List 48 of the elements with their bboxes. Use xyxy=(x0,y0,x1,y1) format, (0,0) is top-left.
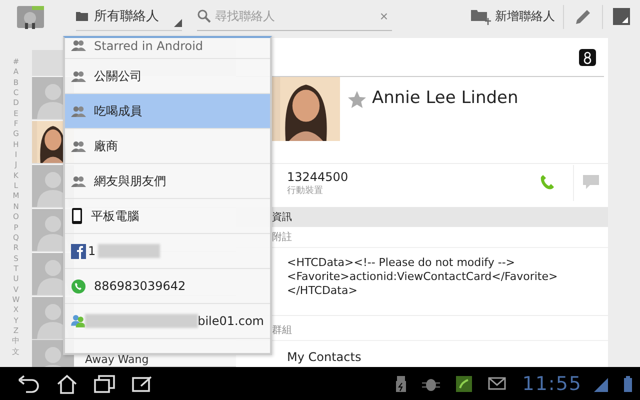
signal-icon xyxy=(594,376,608,392)
call-notification-icon xyxy=(456,376,472,392)
add-contact-button[interactable]: 新增聯絡人 xyxy=(463,2,563,32)
chat-phone-icon xyxy=(71,278,86,294)
clock-time: 11:55 xyxy=(522,372,582,394)
mail-icon xyxy=(488,377,506,390)
folder-plus-icon xyxy=(471,8,491,26)
search-icon xyxy=(197,9,211,23)
menu-item[interactable]: bile01.com xyxy=(65,304,270,339)
clear-button[interactable]: × xyxy=(376,8,392,24)
contact-name-title: Annie Lee Linden xyxy=(372,88,518,108)
app-icon[interactable] xyxy=(15,4,46,30)
menu-item[interactable]: 吃喝成員 xyxy=(65,94,270,129)
field-label: 群組 xyxy=(272,324,292,337)
group-icon xyxy=(71,39,86,51)
phone-icon xyxy=(539,174,555,190)
back-icon xyxy=(18,374,40,392)
tablet-icon xyxy=(71,208,83,224)
menu-item[interactable]: Starred in Android xyxy=(65,38,270,59)
usb-icon xyxy=(396,376,406,392)
menu-item[interactable]: 廠商 xyxy=(65,129,270,164)
group-icon xyxy=(71,140,86,152)
corner-square-icon xyxy=(613,8,630,25)
filter-dropdown[interactable]: 所有聯絡人 xyxy=(76,2,182,30)
contact-name[interactable]: Away Wang xyxy=(85,354,149,366)
recent-apps-icon xyxy=(94,374,116,392)
menu-item[interactable]: 886983039642 xyxy=(65,269,270,304)
phone-number[interactable]: 13244500 xyxy=(287,170,521,184)
chat-bubble-icon xyxy=(582,174,600,190)
screenshot-icon xyxy=(132,374,154,392)
phone-type: 行動裝置 xyxy=(287,184,324,196)
facebook-icon xyxy=(71,244,86,258)
battery-icon xyxy=(624,376,632,392)
group-icon xyxy=(71,175,86,187)
menu-item[interactable]: 1 xyxy=(65,234,270,269)
group-name: My Contacts xyxy=(286,349,362,364)
home-icon xyxy=(56,374,78,394)
menu-item[interactable]: 網友與朋友們 xyxy=(65,164,270,199)
pencil-icon xyxy=(574,8,592,26)
group-icon xyxy=(71,70,86,82)
people-icon xyxy=(71,313,86,329)
search-field[interactable]: 尋找聯絡人 × xyxy=(197,2,392,30)
field-label: 附註 xyxy=(272,230,292,244)
menu-item[interactable]: 平板電腦 xyxy=(65,199,270,234)
corner-triangle-icon xyxy=(174,18,182,26)
group-icon xyxy=(71,105,86,117)
star-icon[interactable] xyxy=(348,91,366,108)
folder-icon xyxy=(76,11,88,21)
